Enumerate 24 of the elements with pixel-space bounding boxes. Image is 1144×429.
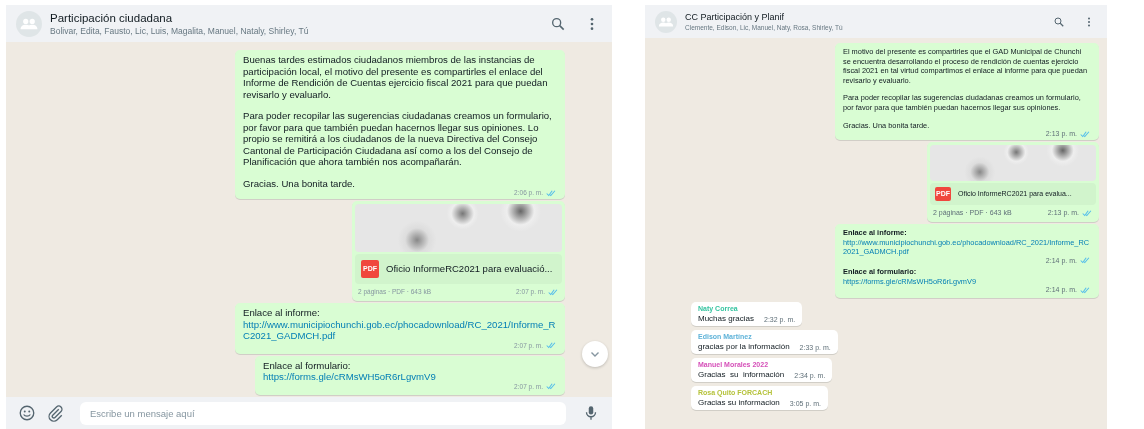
message-text: Gracias. Una bonita tarde. <box>243 177 356 189</box>
message-text: Enlace al informe: http://www.municipiochunchi.gob.ec/phocadownload/RC_2021/Informe_RC2021_GADMCH.pdf <box>243 307 557 342</box>
attach-button[interactable] <box>46 404 64 422</box>
emoji-button[interactable] <box>18 404 36 422</box>
message-link[interactable]: http://www.municipiochunchi.gob.ec/phocadownload/RC_2021/Informe_RC2021_GADMCH.pdf <box>243 318 557 342</box>
emoji-icon <box>18 404 36 422</box>
message-input-field[interactable]: Escribe un mensaje aquí <box>80 401 566 425</box>
message-text: Muchas gracias <box>698 313 755 325</box>
message-text: Gracias su informacion <box>698 397 780 409</box>
chat-participants: Bolivar, Edita, Fausto, Lic, Luis, Magalita, Manuel, Nataly, Shirley, Tú <box>50 25 310 36</box>
message-link[interactable]: https://forms.gle/cRMsWH5oR6rLgvmV9 <box>263 371 557 383</box>
group-avatar-icon <box>655 10 677 33</box>
message-text: Buenas tardes estimados ciudadanos miembros de las instancias de participación local, el motivo del presente es compartirles el enlace del Informe de Rendición de Cuentas ejercicio fiscal 2021 para que puedan revisarlo y evaluarlo. <box>243 54 549 100</box>
group-avatar-icon <box>16 10 42 37</box>
chat-title: CC Participación y Planif <box>685 12 786 22</box>
message-text: Enlace al formulario: https://forms.gle/cRMsWH5oR6rLgvmV9 <box>263 359 557 383</box>
file-name: Oficio InformeRC2021 para evaluació... <box>386 263 553 275</box>
message-text: gracias por la información <box>698 341 790 353</box>
search-icon <box>1053 15 1065 28</box>
message-text: Gracias su información <box>698 369 785 381</box>
message-text: Para poder recopilar las sugerencias ciudadanas creamos un formulario, por favor para que también puedan hacernos llegar sus opiniones. Lo propio se remitirá a los ciudadanos de la nueva Directiva del Consejo Cantonal de Participación Ciudadana así como a los del Consejo de Planificación que ahora también nos acompañarán. <box>243 110 553 168</box>
paperclip-icon <box>46 404 64 422</box>
search-icon <box>550 15 566 32</box>
chat-title: Participación ciudadana <box>50 11 174 24</box>
